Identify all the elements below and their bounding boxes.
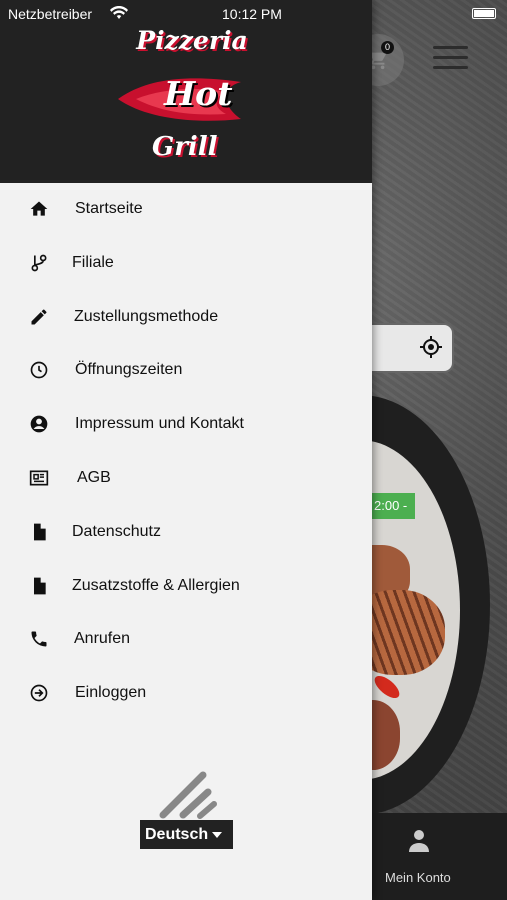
drawer-menu: Startseite Filiale Zustellungsmethode Öf… [0,183,372,721]
document-icon [34,577,46,594]
menu-item-label: Filiale [72,253,114,271]
bottom-nav [372,813,507,900]
drawer-header: Pizzeria Hot Grill [0,0,372,183]
wifi-icon [110,6,128,19]
battery-icon [472,8,496,19]
status-bar: Netzbetreiber 10:12 PM [0,0,507,26]
menu-item-label: Startseite [75,200,143,217]
brand-marks-icon [159,771,217,819]
menu-item-label: Zusatzstoffe & Allergien [72,576,240,594]
logo-grill: Grill [152,132,218,162]
menu-item-label: AGB [77,468,111,486]
phone-icon [31,631,47,647]
language-switcher: Deutsch [140,770,235,855]
cart-count-badge: 0 [381,41,394,54]
hamburger-menu-icon[interactable] [433,46,468,70]
clock: 10:12 PM [222,6,282,22]
menu-item-filiale[interactable]: Filiale [0,237,372,291]
menu-item-agb[interactable]: AGB [0,452,372,506]
logo-pizzeria: Pizzeria [136,26,248,55]
menu-item-anrufen[interactable]: Anrufen [0,613,372,667]
language-dropdown[interactable]: Deutsch [140,820,233,849]
home-icon [30,201,48,216]
logo-hot: Hot [164,74,233,113]
language-selected: Deutsch [145,826,209,843]
login-icon [30,684,48,702]
account-icon[interactable] [407,827,431,853]
account-nav-label[interactable]: Mein Konto [385,870,451,885]
menu-item-label: Anrufen [74,630,131,648]
menu-item-datenschutz[interactable]: Datenschutz [0,506,372,560]
account-circle-icon [30,415,48,433]
newspaper-icon [29,470,49,486]
navigation-drawer: Pizzeria Hot Grill Startseite Filiale Zu… [0,0,372,900]
menu-item-zusatzstoffe[interactable]: Zusatzstoffe & Allergien [0,560,372,614]
pencil-icon [31,309,47,325]
menu-item-einloggen[interactable]: Einloggen [0,667,372,721]
menu-item-startseite[interactable]: Startseite [0,183,372,237]
menu-item-label: Öffnungszeiten [75,361,183,379]
caret-down-icon [212,832,222,838]
menu-item-label: Impressum und Kontakt [75,415,244,433]
branch-icon [31,254,47,272]
menu-item-impressum[interactable]: Impressum und Kontakt [0,398,372,452]
menu-item-label: Zustellungsmethode [74,307,219,325]
menu-item-oeffnungszeiten[interactable]: Öffnungszeiten [0,344,372,398]
menu-item-zustellungsmethode[interactable]: Zustellungsmethode [0,291,372,345]
document-icon [34,523,46,541]
menu-item-label: Einloggen [75,684,147,702]
locate-icon[interactable] [419,335,443,359]
menu-item-label: Datenschutz [72,522,161,540]
clock-icon [30,362,48,379]
restaurant-logo: Pizzeria Hot Grill [112,26,262,168]
carrier-label: Netzbetreiber [8,6,93,22]
